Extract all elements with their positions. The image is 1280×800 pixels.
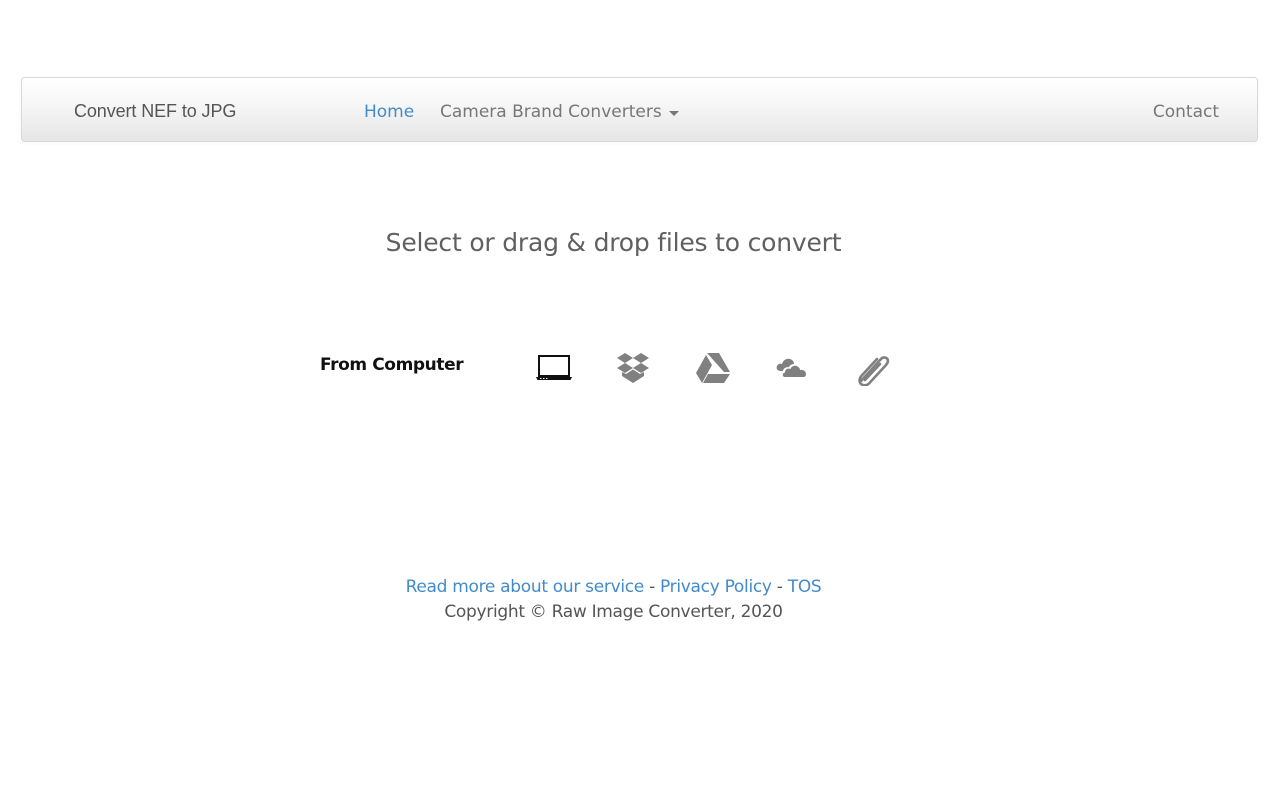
nav-camera-brand-converters[interactable]: Camera Brand Converters — [440, 102, 679, 122]
nav-home[interactable]: Home — [364, 102, 414, 122]
source-dropbox-button[interactable] — [613, 350, 653, 386]
caret-down-icon — [668, 110, 679, 116]
page-headline: Select or drag & drop files to convert — [385, 228, 842, 257]
source-google-drive-button[interactable] — [693, 350, 733, 386]
tos-link[interactable]: TOS — [788, 577, 822, 597]
source-onedrive-button[interactable] — [772, 350, 812, 386]
source-url-button[interactable] — [852, 350, 892, 386]
google-drive-icon — [696, 353, 730, 383]
source-computer-button[interactable] — [534, 350, 574, 386]
cloud-icon — [776, 358, 806, 377]
footer-separator: - — [643, 577, 661, 597]
dropbox-icon — [617, 353, 649, 383]
privacy-policy-link[interactable]: Privacy Policy — [660, 577, 772, 597]
copyright: Copyright © Raw Image Converter, 2020 — [444, 602, 783, 622]
navbar: Convert NEF to JPG Home Camera Brand Con… — [21, 77, 1258, 142]
laptop-icon — [536, 355, 572, 380]
nav-contact[interactable]: Contact — [1153, 102, 1219, 122]
footer-links: Read more about our service - Privacy Po… — [0, 577, 1227, 597]
read-more-link[interactable]: Read more about our service — [406, 577, 645, 597]
footer-separator: - — [771, 577, 788, 597]
nav-camera-brand-converters-label: Camera Brand Converters — [440, 102, 662, 122]
source-label: From Computer — [320, 355, 464, 375]
brand-link[interactable]: Convert NEF to JPG — [74, 101, 236, 122]
paperclip-icon — [858, 356, 890, 386]
